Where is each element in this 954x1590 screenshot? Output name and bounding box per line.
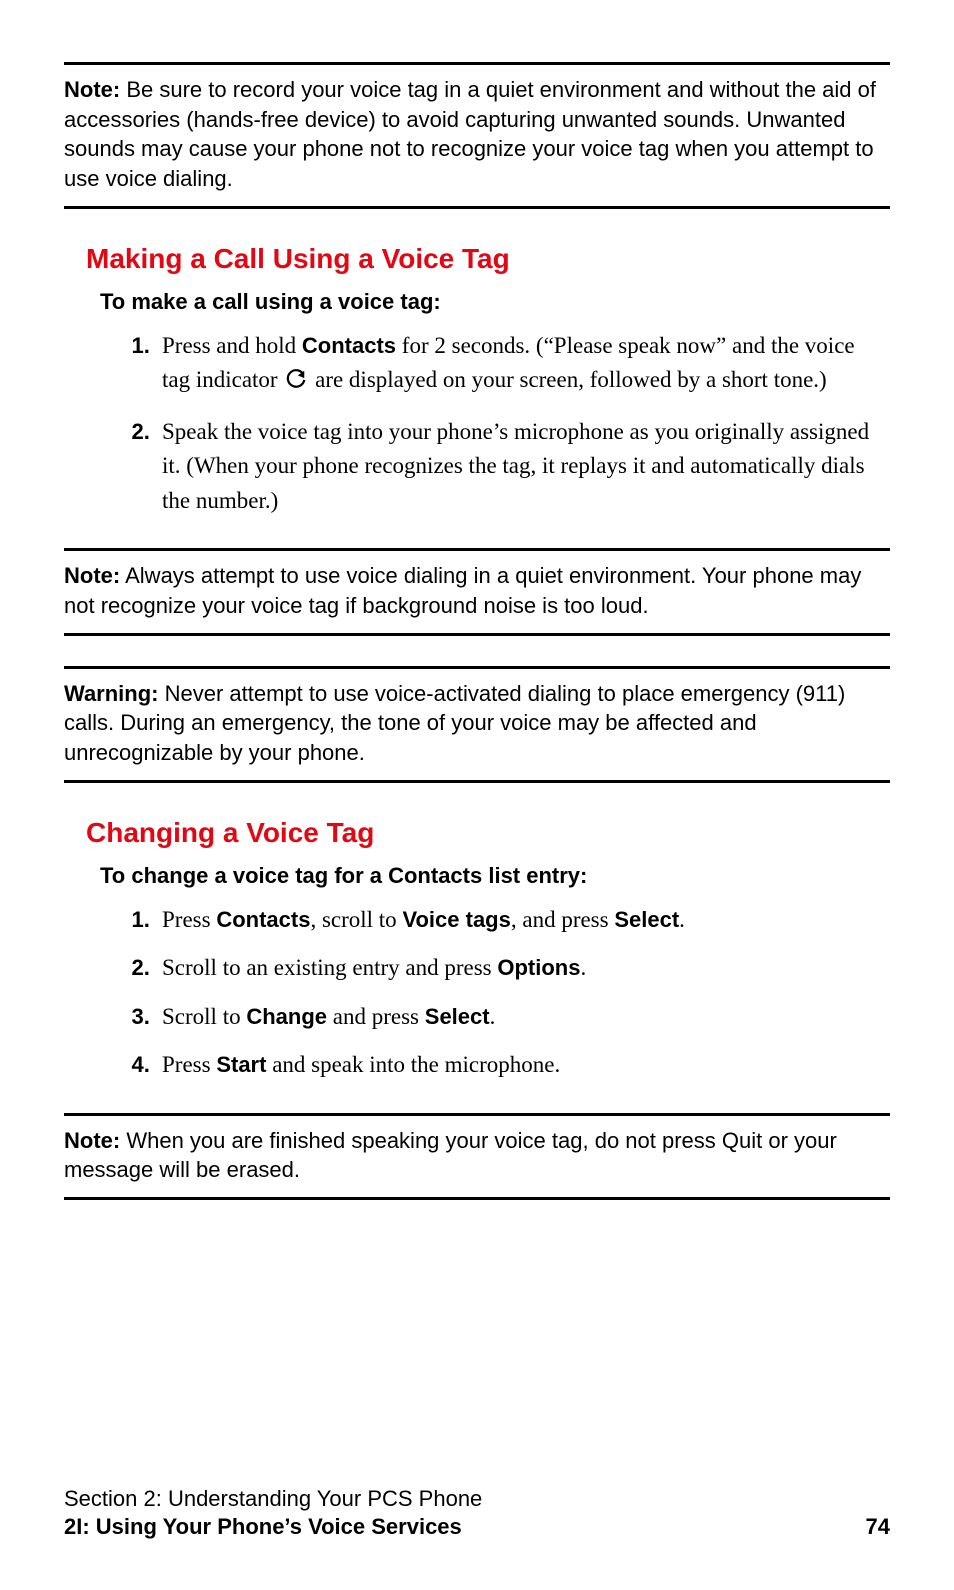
step1-pre: Press and hold xyxy=(162,333,302,358)
step-3: Scroll to Change and press Select. xyxy=(156,1000,886,1035)
section-changing-tag: Changing a Voice Tag To change a voice t… xyxy=(64,817,890,1083)
section-making-call: Making a Call Using a Voice Tag To make … xyxy=(64,243,890,519)
warning-emergency: Warning: Never attempt to use voice-acti… xyxy=(64,666,890,783)
footer-section-path: Section 2: Understanding Your PCS Phone xyxy=(64,1486,890,1512)
subhead-making-call: To make a call using a voice tag: xyxy=(100,289,886,315)
page-footer: Section 2: Understanding Your PCS Phone … xyxy=(64,1486,890,1540)
note-label: Note: xyxy=(64,1128,120,1153)
note-quiet-environment: Note: Always attempt to use voice dialin… xyxy=(64,548,890,635)
note-record-environment: Note: Be sure to record your voice tag i… xyxy=(64,62,890,209)
footer-chapter: 2I: Using Your Phone’s Voice Services xyxy=(64,1514,462,1540)
voice-tag-icon xyxy=(285,366,307,401)
step-1: Press Contacts, scroll to Voice tags, an… xyxy=(156,903,886,938)
note-text: Be sure to record your voice tag in a qu… xyxy=(64,77,876,191)
step-1: Press and hold Contacts for 2 seconds. (… xyxy=(156,329,886,401)
step-2: Speak the voice tag into your phone’s mi… xyxy=(156,415,886,519)
heading-changing-tag: Changing a Voice Tag xyxy=(86,817,886,849)
note-do-not-quit: Note: When you are finished speaking you… xyxy=(64,1113,890,1200)
subhead-changing-tag: To change a voice tag for a Contacts lis… xyxy=(100,863,886,889)
note-text: When you are finished speaking your voic… xyxy=(64,1128,837,1183)
note-label: Note: xyxy=(64,563,120,588)
steps-making-call: Press and hold Contacts for 2 seconds. (… xyxy=(86,329,886,519)
step1-contacts: Contacts xyxy=(302,333,396,358)
page-number: 74 xyxy=(866,1514,890,1540)
warning-text: Never attempt to use voice-activated dia… xyxy=(64,681,845,765)
heading-making-call: Making a Call Using a Voice Tag xyxy=(86,243,886,275)
warning-label: Warning: xyxy=(64,681,159,706)
step-2: Scroll to an existing entry and press Op… xyxy=(156,951,886,986)
step-4: Press Start and speak into the microphon… xyxy=(156,1048,886,1083)
steps-changing-tag: Press Contacts, scroll to Voice tags, an… xyxy=(86,903,886,1083)
note-label: Note: xyxy=(64,77,120,102)
manual-page: Note: Be sure to record your voice tag i… xyxy=(0,0,954,1590)
note-text: Always attempt to use voice dialing in a… xyxy=(64,563,861,618)
step1-post2: are displayed on your screen, followed b… xyxy=(309,367,826,392)
